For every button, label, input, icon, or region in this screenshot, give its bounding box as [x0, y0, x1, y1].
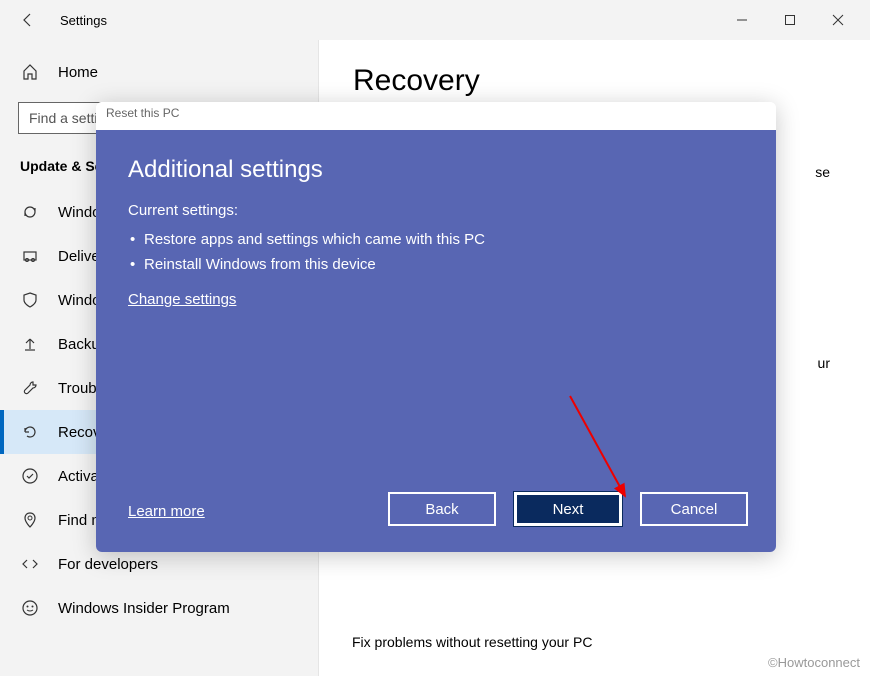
sidebar-item-label: For developers — [58, 556, 158, 573]
settings-list: Restore apps and settings which came wit… — [128, 227, 744, 277]
backup-icon — [20, 334, 40, 354]
delivery-icon — [20, 246, 40, 266]
back-button[interactable] — [8, 0, 48, 40]
window-controls — [718, 0, 862, 40]
close-button[interactable] — [814, 0, 862, 40]
sidebar-item-label: Windows Insider Program — [58, 600, 230, 617]
window-title: Settings — [60, 13, 107, 28]
next-button[interactable]: Next — [514, 492, 622, 526]
dialog-subheading: Current settings: — [128, 202, 744, 219]
dialog-heading: Additional settings — [128, 156, 744, 184]
cancel-button[interactable]: Cancel — [640, 492, 748, 526]
sidebar-home[interactable]: Home — [0, 52, 318, 92]
title-bar: Settings — [0, 0, 870, 40]
dialog-body: Additional settings Current settings: Re… — [96, 130, 776, 552]
shield-icon — [20, 290, 40, 310]
learn-more-link[interactable]: Learn more — [128, 503, 205, 520]
code-icon — [20, 554, 40, 574]
dialog-titlebar: Reset this PC — [96, 102, 776, 130]
wrench-icon — [20, 378, 40, 398]
location-icon — [20, 510, 40, 530]
check-icon — [20, 466, 40, 486]
sidebar-home-label: Home — [58, 64, 98, 81]
sync-icon — [20, 202, 40, 222]
list-item: Restore apps and settings which came wit… — [128, 227, 744, 252]
change-settings-link[interactable]: Change settings — [128, 291, 744, 308]
truncated-text: ur — [818, 355, 830, 371]
list-item: Reinstall Windows from this device — [128, 252, 744, 277]
home-icon — [20, 62, 40, 82]
watermark: ©Howtoconnect — [768, 655, 860, 670]
dialog-buttons: Back Next Cancel — [388, 492, 748, 526]
truncated-text: se — [815, 164, 830, 180]
page-title: Recovery — [353, 64, 836, 98]
reset-pc-dialog: Reset this PC Additional settings Curren… — [96, 102, 776, 552]
recovery-icon — [20, 422, 40, 442]
fix-problems-text: Fix problems without resetting your PC — [352, 634, 592, 650]
minimize-button[interactable] — [718, 0, 766, 40]
maximize-button[interactable] — [766, 0, 814, 40]
back-button[interactable]: Back — [388, 492, 496, 526]
insider-icon — [20, 598, 40, 618]
sidebar-item-insider[interactable]: Windows Insider Program — [0, 586, 318, 630]
